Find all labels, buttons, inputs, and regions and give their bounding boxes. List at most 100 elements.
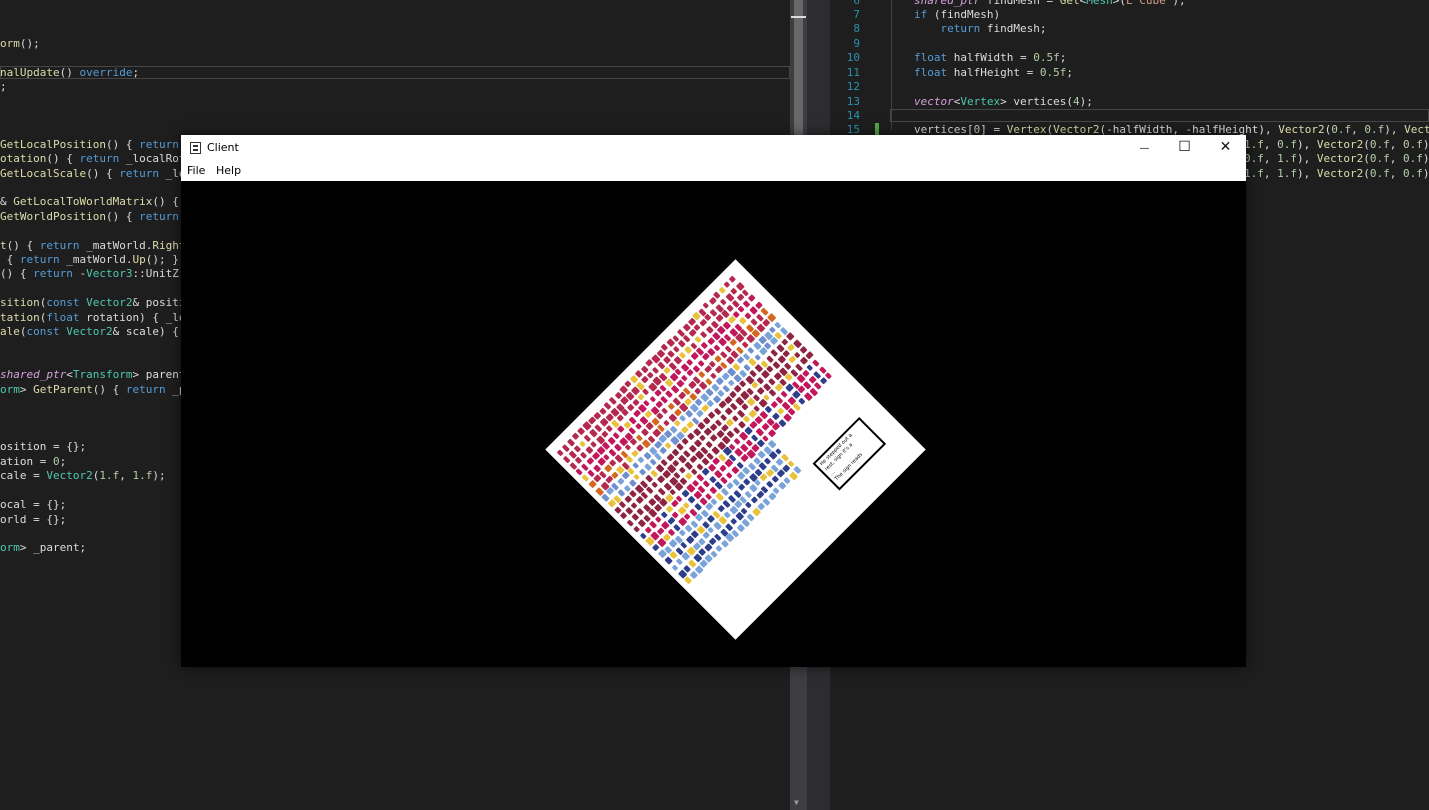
sprite-glyph bbox=[781, 454, 789, 462]
sprite-glyph bbox=[643, 452, 652, 460]
left-editor-scroll-thumb[interactable] bbox=[794, 0, 803, 135]
scroll-down-arrow-icon[interactable]: ▼ bbox=[794, 798, 799, 808]
code-token: 0.5f bbox=[1033, 51, 1060, 64]
sprite-glyph bbox=[714, 355, 722, 363]
sprite-glyph bbox=[726, 304, 734, 312]
sprite-glyph bbox=[657, 527, 665, 535]
sprite-glyph bbox=[715, 545, 723, 552]
sprite-glyph bbox=[652, 367, 659, 374]
code-line: orm(); bbox=[0, 37, 40, 52]
sprite-glyph bbox=[762, 498, 771, 506]
code-token: otation bbox=[0, 152, 47, 165]
sprite-glyph bbox=[746, 439, 753, 447]
sprite-glyph bbox=[588, 416, 596, 425]
code-token: shared_ptr bbox=[0, 368, 67, 381]
sprite-glyph bbox=[705, 441, 713, 448]
sprite-glyph bbox=[654, 389, 662, 397]
menu-help[interactable]: Help bbox=[216, 164, 241, 177]
code-token: orm bbox=[0, 37, 20, 50]
code-token: ; bbox=[0, 80, 7, 93]
sprite-glyph bbox=[690, 571, 698, 579]
sprite-glyph bbox=[717, 505, 725, 512]
code-token: ; bbox=[59, 455, 67, 468]
sprite-glyph bbox=[593, 464, 601, 472]
maximize-button[interactable]: ☐ bbox=[1164, 135, 1205, 161]
code-token: , bbox=[1263, 167, 1278, 180]
app-icon bbox=[190, 142, 201, 154]
sprite-glyph bbox=[655, 400, 663, 408]
sprite-glyph bbox=[601, 430, 609, 438]
sprite-glyph bbox=[607, 437, 616, 445]
sprite-glyph bbox=[669, 425, 678, 434]
code-token: return bbox=[33, 267, 73, 280]
client-window[interactable]: Client — ☐ ✕ File Help He stepped out a … bbox=[181, 135, 1246, 667]
code-token: ); bbox=[1172, 0, 1186, 7]
sprite-glyph bbox=[737, 293, 745, 301]
code-token: 0.f bbox=[1364, 123, 1385, 136]
sprite-glyph bbox=[798, 397, 806, 405]
code-token: if bbox=[914, 8, 928, 21]
sprite-glyph bbox=[743, 364, 751, 371]
sprite-glyph bbox=[677, 329, 685, 337]
sprite-glyph bbox=[729, 391, 737, 399]
sprite-glyph bbox=[625, 444, 631, 451]
sprite-glyph bbox=[650, 470, 658, 478]
close-button[interactable]: ✕ bbox=[1205, 135, 1246, 161]
code-token: findMesh = bbox=[980, 0, 1060, 7]
sprite-glyph bbox=[732, 478, 740, 486]
sprite-glyph bbox=[657, 475, 665, 484]
sprite-glyph bbox=[632, 399, 640, 406]
code-token: >( bbox=[1112, 0, 1126, 7]
title-bar[interactable]: Client — ☐ ✕ bbox=[181, 135, 1246, 161]
sprite-glyph bbox=[666, 453, 675, 462]
sprite-glyph bbox=[652, 544, 660, 551]
code-token: { bbox=[0, 253, 20, 266]
sprite-glyph bbox=[757, 503, 765, 511]
code-token: ( bbox=[1363, 167, 1370, 180]
sprite-glyph bbox=[614, 454, 623, 463]
sprite-glyph bbox=[772, 412, 780, 420]
code-token: 0.f bbox=[1369, 167, 1390, 180]
sprite-glyph bbox=[636, 444, 644, 452]
code-token: return bbox=[139, 138, 179, 151]
sprite-glyph bbox=[579, 441, 586, 447]
sprite-glyph bbox=[768, 389, 776, 397]
sprite-glyph bbox=[715, 365, 723, 374]
code-line: orm> _parent; bbox=[0, 541, 86, 556]
code-token: & bbox=[0, 195, 14, 208]
sprite-glyph bbox=[756, 314, 764, 322]
rotated-sprite-quad: He stepped out a rest, sign it's a ... T… bbox=[545, 259, 926, 640]
code-line: return findMesh; bbox=[914, 22, 1046, 37]
sprite-glyph bbox=[698, 371, 705, 378]
sprite-glyph bbox=[684, 461, 693, 470]
render-viewport[interactable]: He stepped out a rest, sign it's a ... T… bbox=[181, 181, 1246, 667]
sprite-glyph bbox=[641, 428, 649, 436]
sprite-glyph bbox=[721, 488, 729, 496]
menu-file[interactable]: File bbox=[187, 164, 205, 177]
sprite-glyph bbox=[648, 498, 657, 506]
sprite-glyph bbox=[768, 429, 776, 438]
sprite-glyph bbox=[695, 398, 703, 406]
minimize-button[interactable]: — bbox=[1124, 135, 1165, 161]
sprite-glyph bbox=[739, 370, 747, 378]
sprite-glyph bbox=[751, 496, 758, 504]
sprite-glyph bbox=[805, 351, 814, 360]
sprite-glyph bbox=[700, 342, 708, 349]
sprite-glyph bbox=[685, 472, 693, 480]
sprite-glyph bbox=[793, 466, 802, 474]
sprite-glyph bbox=[793, 403, 801, 411]
sprite-glyph bbox=[649, 521, 657, 529]
sprite-glyph bbox=[678, 391, 686, 400]
code-token: () { bbox=[105, 138, 140, 151]
sprite-glyph bbox=[808, 376, 817, 384]
sprite-glyph bbox=[696, 410, 704, 418]
sprite-glyph bbox=[557, 449, 564, 456]
sprite-glyph bbox=[825, 372, 832, 379]
code-line: ; bbox=[0, 80, 7, 95]
sprite-glyph bbox=[667, 403, 675, 410]
sprite-glyph bbox=[768, 378, 776, 386]
sprite-glyph bbox=[651, 417, 660, 426]
sprite-glyph bbox=[783, 477, 791, 484]
sprite-glyph bbox=[609, 397, 617, 405]
code-token: Vector2 bbox=[1404, 123, 1429, 136]
